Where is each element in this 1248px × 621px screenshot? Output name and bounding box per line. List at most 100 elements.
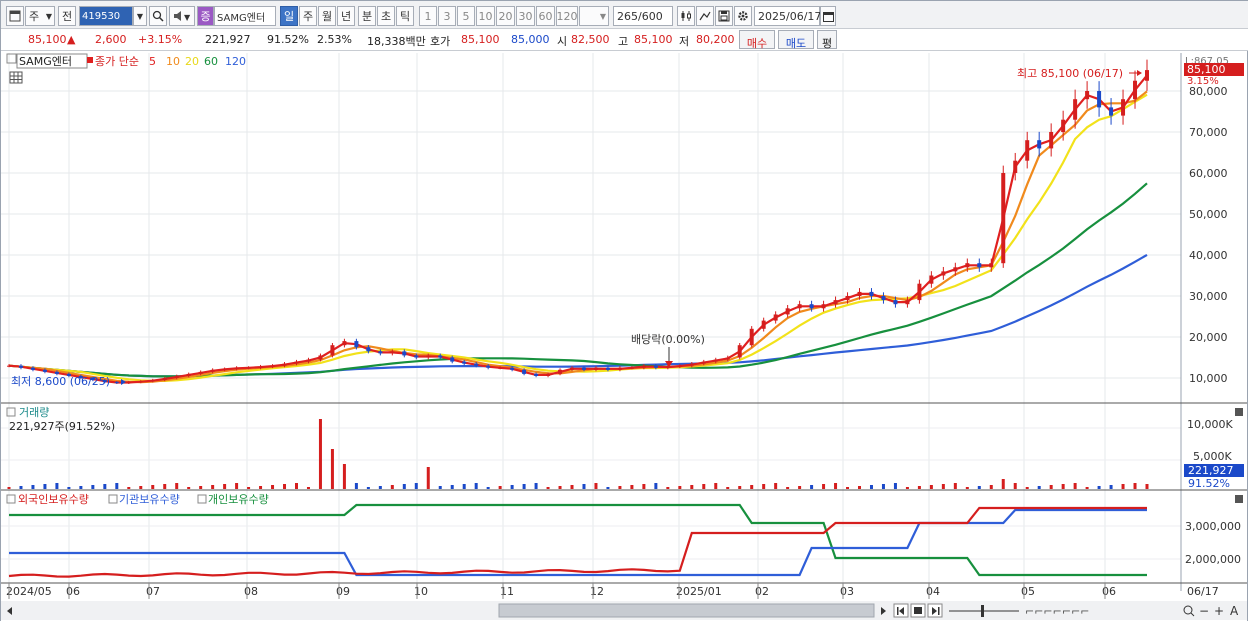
- jump-start-icon[interactable]: [893, 603, 909, 618]
- candle-body: [234, 367, 239, 369]
- candle-body: [1133, 80, 1138, 100]
- candle-type-icon[interactable]: [677, 6, 695, 26]
- chevron-down-icon: ▼: [45, 11, 52, 21]
- zoom-out-icon[interactable]: −: [1199, 604, 1209, 618]
- tab-minute[interactable]: 분: [358, 6, 376, 26]
- tab-daily[interactable]: 일: [280, 6, 298, 26]
- volume-bar: [774, 483, 778, 489]
- candle-body: [749, 328, 754, 346]
- scroll-thumb[interactable]: [498, 603, 875, 618]
- volume-bar: [199, 486, 203, 489]
- tab-weekly[interactable]: 주: [299, 6, 317, 26]
- interval-1-button[interactable]: 1: [419, 6, 437, 26]
- date-field[interactable]: 2025/06/17: [754, 6, 821, 26]
- period-week-select[interactable]: 주 ▼: [25, 6, 55, 26]
- candle-body: [7, 365, 11, 367]
- stock-code-input[interactable]: 419530: [79, 6, 133, 26]
- save-icon[interactable]: [715, 6, 733, 26]
- x-axis-label: 03: [840, 585, 854, 598]
- draw-tool-icon[interactable]: [696, 6, 714, 26]
- tab-second[interactable]: 초: [377, 6, 395, 26]
- interval-5-button[interactable]: 5: [457, 6, 475, 26]
- eval-button[interactable]: 평: [817, 30, 837, 50]
- calendar-icon[interactable]: [820, 6, 836, 26]
- zoom-in-icon[interactable]: +: [1214, 604, 1224, 618]
- candle-body: [641, 365, 646, 368]
- candle-body: [498, 367, 503, 369]
- volume-bar: [726, 487, 730, 489]
- volume-bar: [1145, 484, 1149, 489]
- high-annotation: 최고 85,100 (06/17): [1017, 67, 1123, 80]
- candle-body: [881, 296, 886, 301]
- y-tick-30000: 30,000: [1189, 290, 1228, 303]
- ma-20-label: 20: [185, 55, 199, 68]
- candle-body: [689, 363, 694, 366]
- interval-20-button[interactable]: 20: [496, 6, 515, 26]
- tab-monthly[interactable]: 월: [318, 6, 336, 26]
- candle-body: [917, 283, 922, 301]
- candle-body: [402, 351, 407, 356]
- volume-bar: [306, 487, 310, 489]
- interval-120-button[interactable]: 120: [556, 6, 578, 26]
- volume-bar: [211, 485, 215, 489]
- prev-button[interactable]: 전: [58, 6, 76, 26]
- interval-custom-select[interactable]: ▼: [579, 6, 609, 26]
- volume-panel-close-icon[interactable]: [1235, 408, 1243, 416]
- tab-yearly[interactable]: 년: [337, 6, 355, 26]
- candle-body: [318, 355, 323, 360]
- table-icon[interactable]: [9, 71, 23, 84]
- buy-button[interactable]: 매수: [739, 30, 775, 50]
- gear-icon[interactable]: [734, 6, 752, 26]
- volume-bar: [271, 485, 275, 489]
- volume-bar: [822, 484, 826, 489]
- count-field[interactable]: 265/600: [613, 6, 673, 26]
- interval-10-button[interactable]: 10: [476, 6, 495, 26]
- price-summary-bar: 85,100 ▲ 2,600 +3.15% 221,927 91.52% 2.5…: [1, 29, 1248, 51]
- volume-bar: [67, 487, 71, 489]
- volume-bar: [1001, 479, 1005, 489]
- volume-bar: [259, 486, 263, 489]
- high-label: 고: [618, 35, 629, 48]
- change-amount: 2,600: [95, 33, 127, 46]
- count-value: 265: [617, 9, 638, 23]
- candle-body: [1061, 119, 1066, 132]
- drawing-tools-icons[interactable]: ⌐⌐⌐⌐⌐⌐⌐: [1025, 605, 1090, 618]
- candle-body: [965, 263, 970, 268]
- code-dropdown-icon[interactable]: ▼: [133, 6, 147, 26]
- volume-bar: [810, 485, 814, 489]
- volume-value: 221,927: [205, 33, 251, 46]
- jump-end-icon[interactable]: [927, 603, 943, 618]
- volume-bar: [1025, 487, 1029, 489]
- y-tick-40000: 40,000: [1189, 249, 1228, 262]
- stock-name-field[interactable]: SAMG엔터: [214, 6, 276, 26]
- speaker-icon[interactable]: ▼: [169, 6, 195, 26]
- interval-30-button[interactable]: 30: [516, 6, 535, 26]
- volume-bar: [977, 486, 981, 489]
- chart-area[interactable]: SAMG엔터 종가 단순 5 10 20 60 120 L:867.05 80,…: [1, 53, 1247, 621]
- holding-panel-close-icon[interactable]: [1235, 495, 1243, 503]
- sell-button[interactable]: 매도: [778, 30, 814, 50]
- interval-3-button[interactable]: 3: [438, 6, 456, 26]
- candle-body: [474, 363, 479, 366]
- candle-body: [342, 341, 347, 346]
- search-icon[interactable]: [149, 6, 167, 26]
- volume-bar: [486, 487, 490, 489]
- svg-text:⌐⌐⌐⌐⌐⌐⌐: ⌐⌐⌐⌐⌐⌐⌐: [1025, 605, 1090, 618]
- stop-icon[interactable]: [910, 603, 926, 618]
- volume-bar: [318, 419, 322, 489]
- candle-body: [821, 304, 826, 309]
- hts-chart-window: 주 ▼ 전 419530 ▼ ▼ 증 SAMG엔터 일 주 월 년 분 초 틱 …: [0, 0, 1248, 621]
- candle-body: [150, 380, 155, 382]
- candle-body: [941, 271, 946, 276]
- candle-body: [18, 365, 23, 368]
- interval-60-button[interactable]: 60: [536, 6, 555, 26]
- volume-bar: [953, 483, 957, 489]
- volume-bar: [834, 483, 838, 489]
- svg-text:▼: ▼: [184, 13, 191, 22]
- font-size-icon[interactable]: A: [1230, 604, 1239, 618]
- tab-tick[interactable]: 틱: [396, 6, 414, 26]
- y-tick-10000: 10,000: [1189, 372, 1228, 385]
- volume-bar: [606, 487, 610, 489]
- volume-bar: [330, 449, 334, 489]
- window-menu-icon[interactable]: [6, 6, 24, 26]
